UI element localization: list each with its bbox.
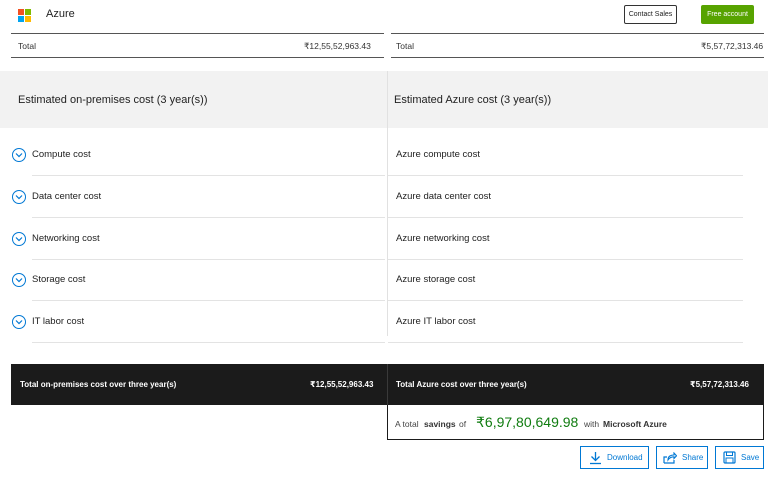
- azure-cost-label: Azure data center cost: [396, 191, 492, 202]
- on-prem-cost-label: IT labor cost: [32, 316, 85, 327]
- top-total-label-azure: Total: [396, 41, 414, 51]
- azure-cost-row: Azure IT labor cost: [388, 301, 743, 343]
- share-button[interactable]: Share: [656, 446, 708, 469]
- savings-with: with: [584, 419, 600, 429]
- microsoft-logo-icon[interactable]: [18, 9, 31, 22]
- on-prem-cost-row[interactable]: IT labor cost: [12, 301, 385, 343]
- azure-cost-label: Azure networking cost: [396, 233, 490, 244]
- on-prem-cost-row[interactable]: Compute cost: [12, 134, 385, 176]
- on-prem-cost-label: Networking cost: [32, 233, 100, 244]
- total-azure-value: ₹5,57,72,313.46: [690, 380, 749, 389]
- share-icon: [663, 451, 677, 464]
- azure-cost-label: Azure storage cost: [396, 274, 476, 285]
- download-button[interactable]: Download: [580, 446, 649, 469]
- top-nav: Azure Contact Sales Free account: [0, 0, 768, 31]
- on-prem-cost-label: Data center cost: [32, 191, 102, 202]
- total-on-prem-label: Total on-premises cost over three year(s…: [20, 380, 177, 389]
- azure-cost-label: Azure IT labor cost: [396, 316, 476, 327]
- top-total-label-on-prem: Total: [18, 41, 36, 51]
- chevron-down-circle-icon[interactable]: [12, 148, 26, 162]
- on-prem-cost-row[interactable]: Data center cost: [12, 176, 385, 218]
- total-on-prem-value: ₹12,55,52,963.43: [310, 380, 374, 389]
- chevron-down-circle-icon[interactable]: [12, 232, 26, 246]
- on-prem-cost-label: Storage cost: [32, 274, 86, 285]
- on-prem-cost-label: Compute cost: [32, 149, 91, 160]
- azure-cost-row: Azure compute cost: [388, 134, 743, 176]
- brand-name[interactable]: Azure: [46, 8, 75, 20]
- save-icon: [723, 451, 736, 464]
- divider: [387, 364, 388, 405]
- divider: [11, 33, 384, 34]
- on-prem-cost-row[interactable]: Networking cost: [12, 218, 385, 260]
- azure-cost-row: Azure networking cost: [388, 218, 743, 260]
- azure-cost-row: Azure data center cost: [388, 176, 743, 218]
- chevron-down-circle-icon[interactable]: [12, 315, 26, 329]
- share-label: Share: [682, 453, 704, 462]
- top-total-value-azure: ₹5,57,72,313.46: [701, 41, 764, 51]
- on-prem-column-title: Estimated on-premises cost (3 year(s)): [18, 94, 208, 106]
- free-account-button[interactable]: Free account: [701, 5, 754, 24]
- azure-cost-row: Azure storage cost: [388, 259, 743, 301]
- top-total-value-on-prem: ₹12,55,52,963.43: [304, 41, 371, 51]
- divider: [32, 342, 385, 343]
- divider: [11, 57, 384, 58]
- total-azure-label: Total Azure cost over three year(s): [396, 380, 527, 389]
- contact-sales-button[interactable]: Contact Sales: [624, 5, 677, 24]
- divider: [391, 57, 764, 58]
- chevron-down-circle-icon[interactable]: [12, 190, 26, 204]
- save-label: Save: [741, 453, 760, 462]
- divider: [388, 342, 743, 343]
- chevron-down-circle-icon[interactable]: [12, 273, 26, 287]
- download-icon: [589, 451, 602, 465]
- divider: [391, 33, 764, 34]
- azure-column-title: Estimated Azure cost (3 year(s)): [394, 94, 552, 106]
- on-prem-cost-row[interactable]: Storage cost: [12, 259, 385, 301]
- save-button[interactable]: Save: [715, 446, 764, 469]
- azure-cost-label: Azure compute cost: [396, 149, 480, 160]
- savings-of: of: [459, 419, 467, 429]
- savings-amount: ₹6,97,80,649.98: [476, 414, 579, 430]
- savings-prefix: A total: [395, 419, 419, 429]
- download-label: Download: [607, 453, 643, 462]
- savings-keyword: savings: [424, 419, 456, 429]
- savings-brand: Microsoft Azure: [603, 419, 667, 429]
